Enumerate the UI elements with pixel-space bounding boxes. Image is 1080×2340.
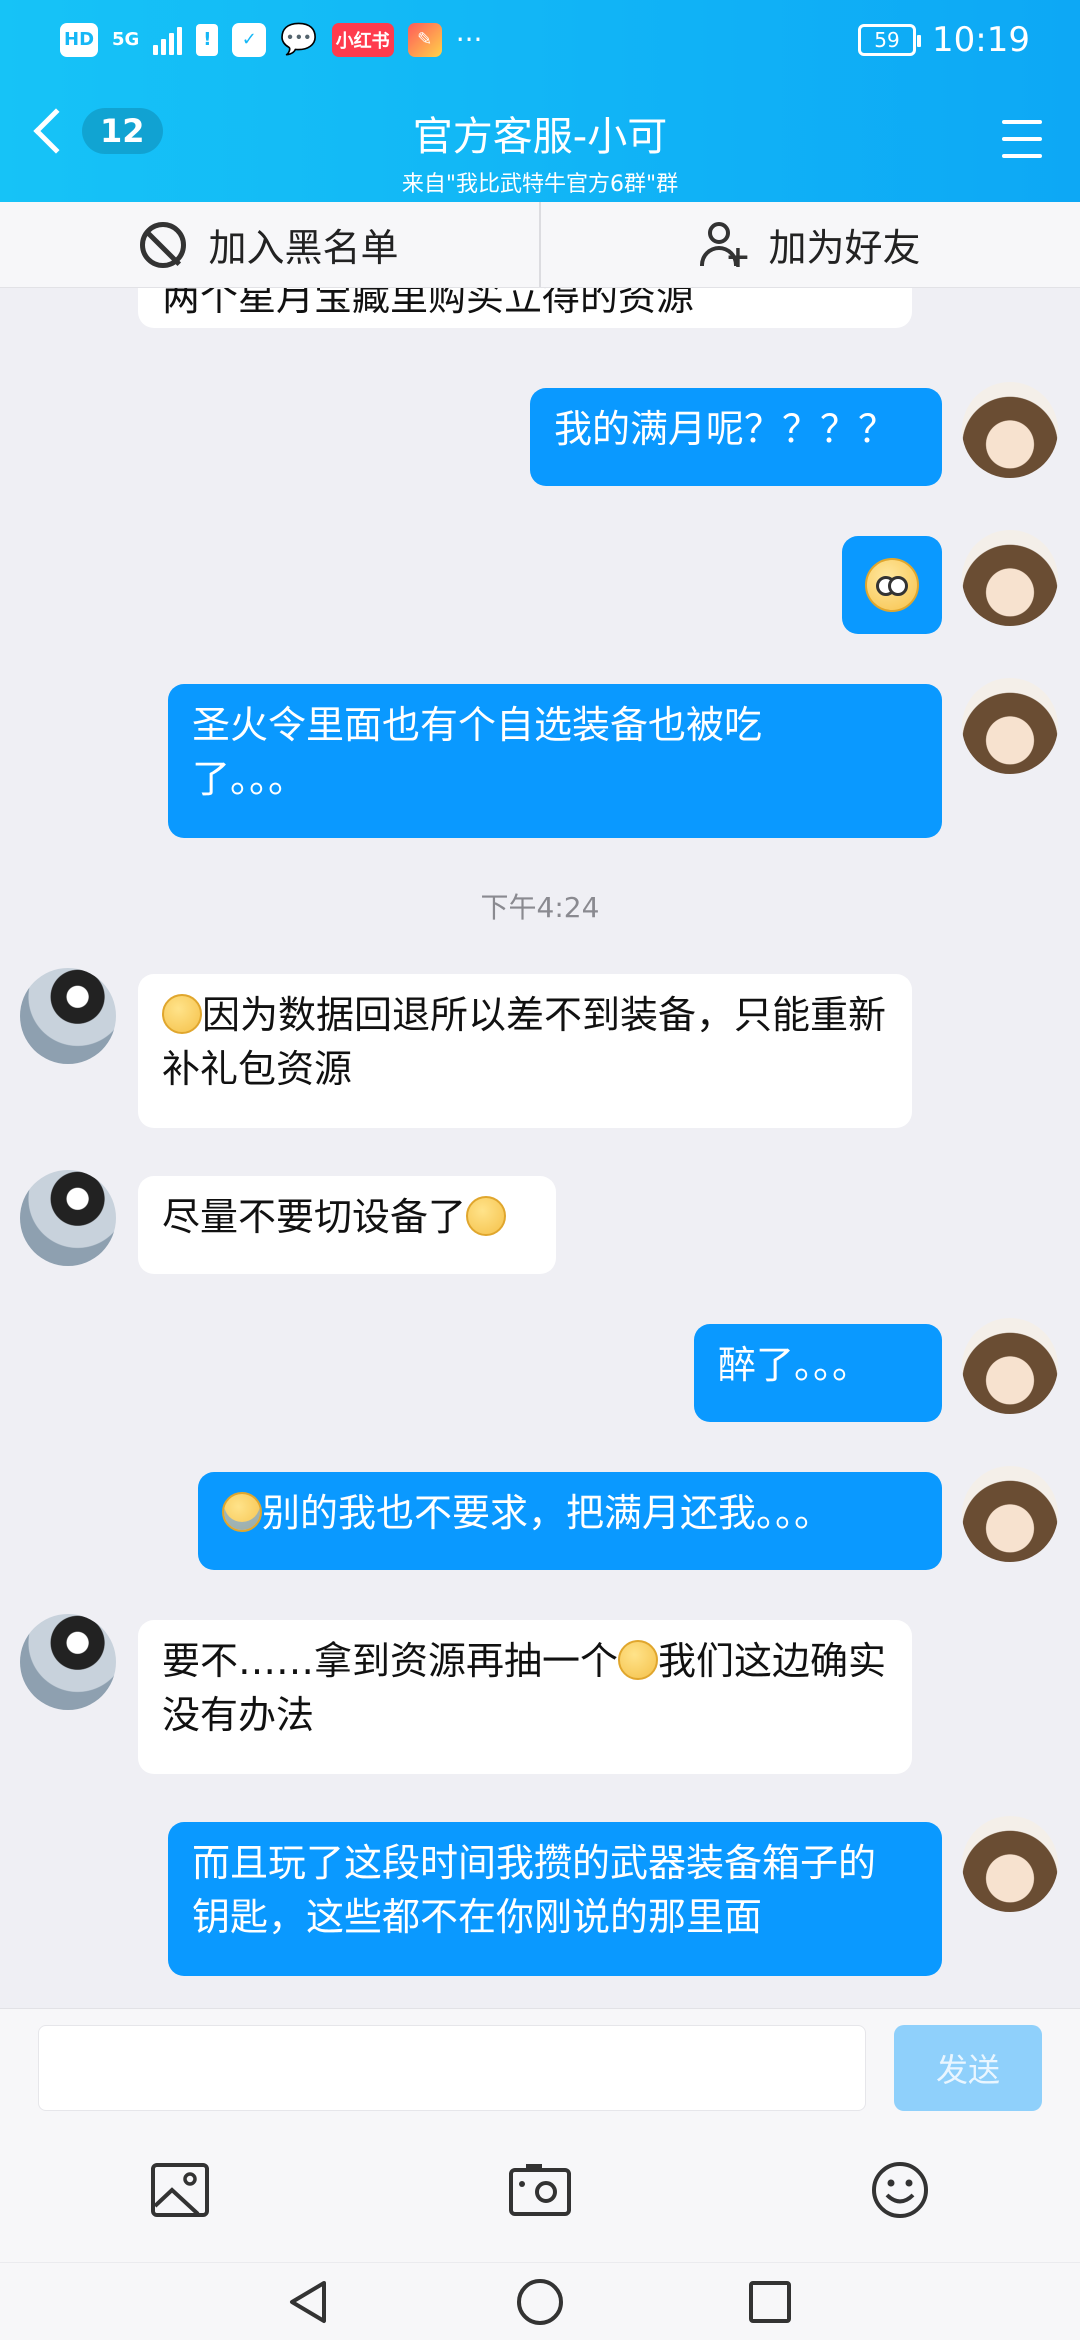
avatar[interactable] — [20, 968, 116, 1064]
message-bubble[interactable]: 尽量不要切设备了 — [138, 1176, 556, 1274]
battery-icon: 59 — [858, 24, 922, 56]
ban-icon — [140, 221, 187, 268]
message-text: 两个星月宝藏里购买立得的资源 — [162, 288, 695, 319]
message-bubble[interactable]: 两个星月宝藏里购买立得的资源 — [138, 288, 912, 328]
image-button[interactable] — [142, 2152, 218, 2228]
sad-face-icon — [466, 1196, 507, 1236]
avatar[interactable] — [962, 530, 1058, 626]
message-bubble[interactable]: 我的满月呢？？？？ — [530, 388, 942, 486]
message-text: 圣火令里面也有个自选装备也被吃了。。。 — [192, 703, 763, 801]
avatar[interactable] — [20, 1614, 116, 1710]
message-text: 要不……拿到资源再抽一个 — [162, 1639, 619, 1683]
app-notification-icon: ✎ — [407, 22, 442, 57]
chat-area[interactable]: 两个星月宝藏里购买立得的资源 我的满月呢？？？？ 圣火令里面也有个自选装备也被吃… — [0, 288, 1080, 2008]
camera-icon — [509, 2164, 571, 2216]
blacklist-label: 加入黑名单 — [208, 226, 399, 270]
message-text: 醉了。。。 — [718, 1343, 871, 1387]
stunned-emoji-icon — [865, 558, 919, 612]
clock: 10:19 — [932, 20, 1030, 60]
message-text: 别的我也不要求，把满月还我。。。 — [262, 1491, 833, 1535]
hd-badge: HD — [60, 22, 99, 57]
avatar[interactable] — [962, 678, 1058, 774]
sad-face-icon — [162, 994, 202, 1034]
message-text: 因为数据回退所以差不到装备，只能重新补礼包资源 — [162, 993, 887, 1091]
avatar[interactable] — [962, 1466, 1058, 1562]
smiley-icon — [872, 2162, 928, 2218]
message-text: 而且玩了这段时间我攒的武器装备箱子的钥匙，这些都不在你刚说的那里面 — [192, 1841, 877, 1939]
input-bar: 发送 — [0, 2008, 1080, 2128]
message-input[interactable] — [38, 2025, 866, 2111]
input-toolbar — [0, 2128, 1080, 2262]
alert-icon: ! — [196, 23, 219, 56]
top-bar: HD 5G ! ✓ 💬 小红书 ✎ ··· 59 10:19 12 官方客服-小… — [0, 0, 1080, 202]
blacklist-button[interactable]: 加入黑名单 — [0, 202, 539, 287]
status-bar: HD 5G ! ✓ 💬 小红书 ✎ ··· 59 10:19 — [0, 0, 1080, 82]
wechat-icon: 💬 — [280, 22, 318, 57]
add-friend-button[interactable]: + 加为好友 — [539, 202, 1080, 287]
chat-title: 官方客服-小可 — [412, 114, 668, 160]
message-bubble[interactable]: 别的我也不要求，把满月还我。。。 — [198, 1472, 942, 1570]
message-bubble[interactable]: 要不……拿到资源再抽一个 我们这边确实没有办法 — [138, 1620, 912, 1774]
image-icon — [151, 2163, 209, 2217]
recents-nav-icon[interactable] — [745, 2277, 795, 2327]
xiaohongshu-icon: 小红书 — [331, 22, 394, 57]
crying-face-icon — [222, 1492, 262, 1532]
message-text: 我的满月呢？？？？ — [554, 407, 897, 451]
avatar[interactable] — [20, 1170, 116, 1266]
emoji-bubble[interactable] — [842, 536, 942, 634]
network-5g-label: 5G — [112, 29, 140, 50]
home-nav-icon[interactable] — [515, 2277, 565, 2327]
chat-subtitle: 来自"我比武特牛官方6群"群 — [401, 172, 679, 197]
camera-button[interactable] — [502, 2152, 578, 2228]
avatar[interactable] — [962, 1816, 1058, 1912]
add-friend-label: 加为好友 — [768, 226, 921, 270]
message-bubble[interactable]: 圣火令里面也有个自选装备也被吃了。。。 — [168, 684, 942, 838]
sad-face-icon — [618, 1640, 659, 1680]
back-nav-icon[interactable] — [284, 2277, 334, 2327]
battery-level: 59 — [874, 28, 900, 52]
shield-icon: ✓ — [232, 22, 267, 57]
more-icon: ··· — [455, 23, 483, 56]
avatar[interactable] — [962, 1318, 1058, 1414]
send-button[interactable]: 发送 — [894, 2025, 1042, 2111]
message-text: 尽量不要切设备了 — [162, 1195, 467, 1239]
chat-header: 12 官方客服-小可 来自"我比武特牛官方6群"群 — [0, 82, 1080, 202]
message-bubble[interactable]: 醉了。。。 — [694, 1324, 942, 1422]
message-bubble[interactable]: 因为数据回退所以差不到装备，只能重新补礼包资源 — [138, 974, 912, 1128]
add-user-icon: + — [700, 221, 750, 272]
action-bar: 加入黑名单 + 加为好友 — [0, 202, 1080, 288]
avatar[interactable] — [962, 382, 1058, 478]
emoji-button[interactable] — [862, 2152, 938, 2228]
signal-icon — [153, 25, 183, 55]
message-bubble[interactable]: 而且玩了这段时间我攒的武器装备箱子的钥匙，这些都不在你刚说的那里面 — [168, 1822, 942, 1976]
timestamp: 下午4:24 — [480, 891, 600, 924]
menu-icon[interactable] — [1002, 120, 1042, 158]
system-nav-bar — [0, 2262, 1080, 2340]
